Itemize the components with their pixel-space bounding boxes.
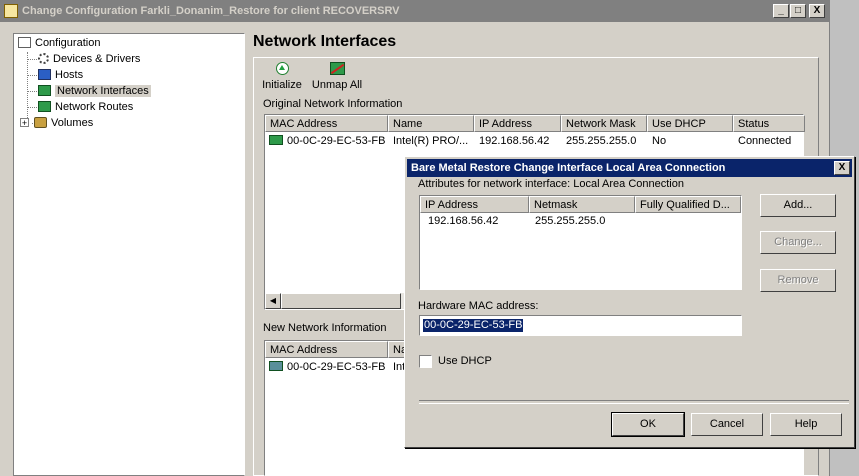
remove-button[interactable]: Remove <box>760 269 836 292</box>
tree-item-label: Network Interfaces <box>55 85 151 97</box>
tree-item-configuration[interactable]: Configuration <box>18 35 100 51</box>
maximize-button[interactable]: □ <box>790 4 806 18</box>
add-button[interactable]: Add... <box>760 194 836 217</box>
network-card-icon <box>269 361 283 371</box>
help-button[interactable]: Help <box>770 413 842 436</box>
column-header[interactable]: IP Address <box>420 196 529 213</box>
status-cell: Connected <box>738 135 792 147</box>
unmap-all-button[interactable]: Unmap All <box>310 62 364 94</box>
tree-item-label: Volumes <box>51 117 94 129</box>
column-header[interactable]: Name <box>388 115 474 132</box>
column-header[interactable]: MAC Address <box>265 115 388 132</box>
column-header[interactable]: Status <box>733 115 805 132</box>
close-button[interactable]: X <box>809 4 825 18</box>
scroll-left-icon[interactable]: ◀ <box>265 293 281 309</box>
window-titlebar: Change Configuration Farkli_Donanim_Rest… <box>0 0 829 22</box>
tree-item-label: Configuration <box>35 37 101 49</box>
ip-cell: 192.168.56.42 <box>479 135 550 147</box>
tree-item-label: Devices & Drivers <box>53 53 141 65</box>
ok-button[interactable]: OK <box>611 412 685 437</box>
page-title: Network Interfaces <box>253 33 397 50</box>
dialog-close-button[interactable]: X <box>834 161 850 175</box>
minimize-button[interactable]: _ <box>773 4 789 18</box>
tree-item-volumes[interactable]: + Volumes <box>20 115 93 131</box>
app-icon <box>4 4 18 18</box>
mac-cell: 00-0C-29-EC-53-FB <box>287 135 386 147</box>
tree-item-label: Network Routes <box>55 101 134 113</box>
new-network-label: New Network Information <box>263 322 387 334</box>
monitor-icon <box>38 69 51 80</box>
tree-item-label: Hosts <box>55 69 84 81</box>
column-header[interactable]: IP Address <box>474 115 561 132</box>
mac-address-input[interactable]: 00-0C-29-EC-53-FB <box>419 315 742 336</box>
disk-icon <box>34 117 47 128</box>
initialize-button[interactable]: Initialize <box>261 62 303 94</box>
column-header[interactable]: Use DHCP <box>647 115 733 132</box>
unmap-icon <box>329 62 345 75</box>
horizontal-scrollbar[interactable]: ◀ <box>265 293 405 309</box>
scroll-thumb[interactable] <box>281 293 401 309</box>
window-title: Change Configuration Farkli_Donanim_Rest… <box>22 5 400 17</box>
dhcp-cell: No <box>652 135 667 147</box>
use-dhcp-checkbox[interactable] <box>419 355 432 368</box>
mac-address-label: Hardware MAC address: <box>418 300 539 312</box>
unmap-all-label: Unmap All <box>311 79 363 91</box>
mac-address-value: 00-0C-29-EC-53-FB <box>423 319 524 332</box>
netmask-cell: 255.255.255.0 <box>535 215 606 227</box>
dialog-title: Bare Metal Restore Change Interface Loca… <box>411 162 726 174</box>
folder-icon <box>18 37 31 48</box>
initialize-label: Initialize <box>262 79 302 91</box>
configuration-tree[interactable]: Configuration Devices & Drivers Hosts Ne… <box>13 33 245 476</box>
change-button[interactable]: Change... <box>760 231 836 254</box>
change-interface-dialog: Bare Metal Restore Change Interface Loca… <box>404 156 855 448</box>
ip-cell: 192.168.56.42 <box>428 215 499 227</box>
column-header[interactable]: Netmask <box>529 196 635 213</box>
dialog-separator <box>419 400 849 404</box>
original-network-label: Original Network Information <box>263 98 403 110</box>
tree-item-network-interfaces[interactable]: Network Interfaces <box>38 83 151 99</box>
column-header[interactable]: Fully Qualified D... <box>635 196 741 213</box>
name-cell: Intel(R) PRO/... <box>393 135 469 147</box>
initialize-icon <box>275 62 289 75</box>
dialog-titlebar: Bare Metal Restore Change Interface Loca… <box>407 159 852 177</box>
gear-icon <box>38 53 49 64</box>
attributes-label: Attributes for network interface: Local … <box>418 178 684 190</box>
cancel-button[interactable]: Cancel <box>691 413 763 436</box>
tree-item-hosts[interactable]: Hosts <box>38 67 83 83</box>
route-icon <box>38 101 51 112</box>
table-row[interactable]: 192.168.56.42 255.255.255.0 <box>420 213 741 229</box>
network-card-icon <box>38 85 51 96</box>
network-card-icon <box>269 135 283 145</box>
tree-item-network-routes[interactable]: Network Routes <box>38 99 133 115</box>
ip-address-list[interactable]: IP Address Netmask Fully Qualified D... … <box>419 195 742 290</box>
column-header[interactable]: MAC Address <box>265 341 388 358</box>
expand-icon[interactable]: + <box>20 118 29 128</box>
table-row[interactable]: 00-0C-29-EC-53-FB Intel(R) PRO/... 192.1… <box>265 133 803 149</box>
netmask-cell: 255.255.255.0 <box>566 135 637 147</box>
mac-cell: 00-0C-29-EC-53-FB <box>287 361 386 373</box>
use-dhcp-label: Use DHCP <box>438 355 492 367</box>
column-header[interactable]: Network Mask <box>561 115 647 132</box>
tree-item-devices-drivers[interactable]: Devices & Drivers <box>38 51 140 67</box>
